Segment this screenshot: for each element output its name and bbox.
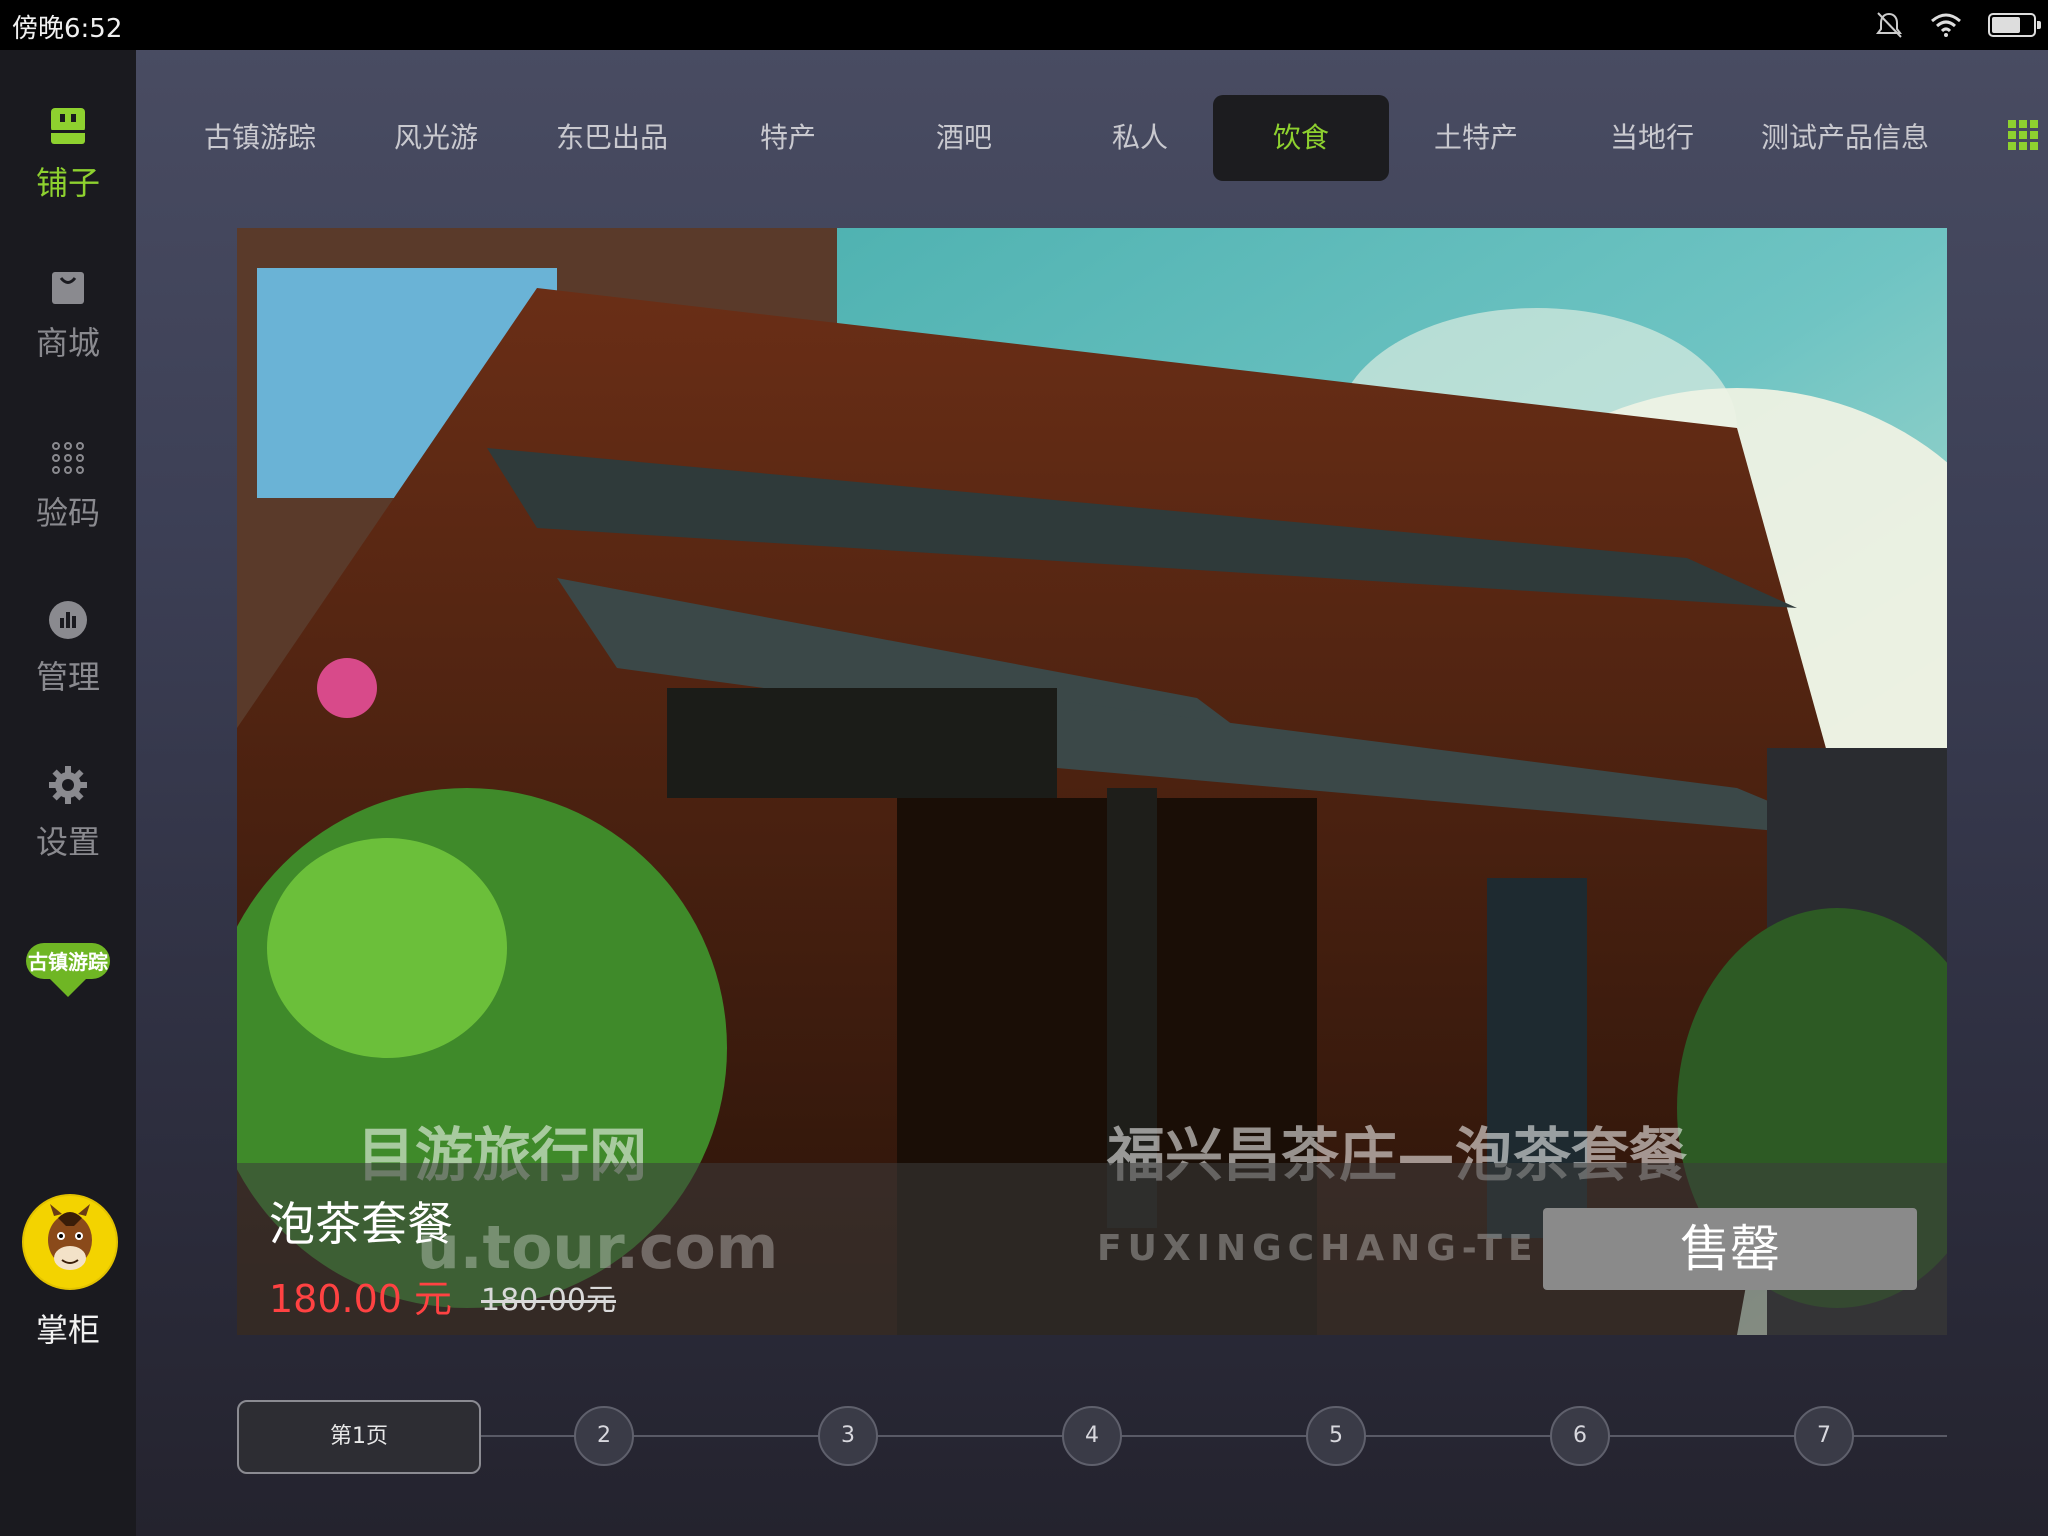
- sidebar-item-label: 验码: [35, 494, 100, 532]
- watermark-url: u.tour.com: [417, 1213, 779, 1283]
- status-time: 傍晚6:52: [12, 14, 123, 44]
- tab-test-product[interactable]: 测试产品信息: [1740, 95, 1950, 181]
- battery-icon: [1988, 13, 2041, 37]
- status-icons: [1874, 10, 2041, 40]
- shop-icon: [51, 108, 85, 144]
- sold-out-button[interactable]: 售罄: [1543, 1208, 1917, 1290]
- mute-icon: [1876, 12, 1902, 38]
- tab-food[interactable]: 饮食: [1213, 95, 1389, 181]
- sidebar-item-shop[interactable]: 铺子: [0, 106, 136, 204]
- status-bar: 傍晚6:52: [0, 0, 2048, 50]
- product-banner[interactable]: 目游旅行网 福兴昌茶庄—泡茶套餐 u.tour.com FUXINGCHANG-…: [237, 228, 1947, 1335]
- page-button[interactable]: 4: [1062, 1406, 1122, 1466]
- watermark-english: FUXINGCHANG-TE: [1097, 1228, 1539, 1269]
- avatar[interactable]: [22, 1194, 118, 1290]
- chart-icon: [49, 601, 87, 639]
- wifi-icon: [1931, 13, 1961, 37]
- tab-local-travel[interactable]: 当地行: [1564, 95, 1740, 181]
- page-button[interactable]: 2: [574, 1406, 634, 1466]
- sidebar-item-manage[interactable]: 管理: [0, 600, 136, 698]
- tab-private[interactable]: 私人: [1052, 95, 1228, 181]
- horse-avatar-icon: [48, 1204, 92, 1270]
- page-button-current[interactable]: 第1页: [237, 1400, 481, 1474]
- category-tabs: 古镇游踪 风光游 东巴出品 特产 酒吧 私人 饮食 土特产 当地行 测试产品信息: [136, 95, 2048, 183]
- grid-menu-icon[interactable]: [2008, 120, 2038, 150]
- tab-scenery[interactable]: 风光游: [348, 95, 524, 181]
- sidebar: 铺子 商城 验码 管理 设置 古镇游踪 掌柜: [0, 50, 136, 1536]
- product-price: 180.00 元: [269, 1277, 453, 1321]
- tab-ancient-town[interactable]: 古镇游踪: [172, 95, 348, 181]
- tab-local-specialty[interactable]: 土特产: [1388, 95, 1564, 181]
- bag-icon: [52, 272, 84, 304]
- brand-logo-text: 古镇游踪: [28, 950, 108, 974]
- keypad-icon: [52, 442, 84, 474]
- sidebar-item-verify[interactable]: 验码: [0, 440, 136, 534]
- gear-icon: [49, 766, 87, 804]
- page-button[interactable]: 6: [1550, 1406, 1610, 1466]
- tab-dongba[interactable]: 东巴出品: [524, 95, 700, 181]
- tab-bar[interactable]: 酒吧: [876, 95, 1052, 181]
- page-button[interactable]: 3: [818, 1406, 878, 1466]
- sidebar-item-settings[interactable]: 设置: [0, 765, 136, 863]
- tab-specialty[interactable]: 特产: [700, 95, 876, 181]
- sidebar-item-label: 铺子: [35, 164, 100, 202]
- sidebar-item-label: 设置: [35, 823, 100, 861]
- brand-logo[interactable]: 古镇游踪: [22, 935, 114, 997]
- product-title: 泡茶套餐: [269, 1197, 453, 1251]
- sidebar-item-mall[interactable]: 商城: [0, 270, 136, 364]
- profile-label[interactable]: 掌柜: [0, 1305, 136, 1351]
- page-button[interactable]: 7: [1794, 1406, 1854, 1466]
- sidebar-item-label: 管理: [35, 658, 100, 696]
- sidebar-item-label: 商城: [35, 324, 100, 362]
- page-button[interactable]: 5: [1306, 1406, 1366, 1466]
- product-original-price: 180.00元: [481, 1283, 616, 1318]
